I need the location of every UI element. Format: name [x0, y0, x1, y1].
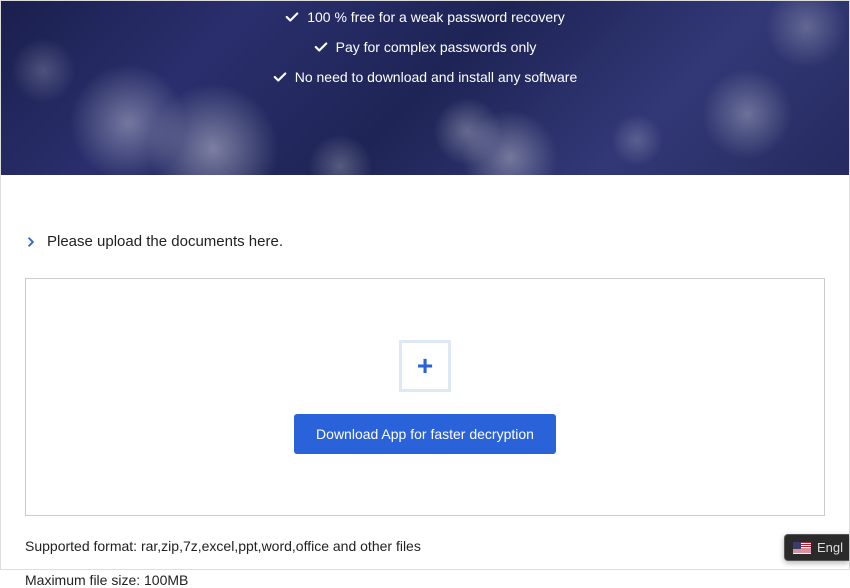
upload-section-header: Please upload the documents here. — [25, 233, 825, 250]
feature-text: No need to download and install any soft… — [295, 69, 578, 85]
max-file-size-text: Maximum file size: 100MB — [25, 572, 825, 588]
hero-banner: 100 % free for a weak password recovery … — [1, 1, 849, 175]
main-content: Please upload the documents here. + Down… — [1, 175, 849, 588]
language-selector[interactable]: Engl — [784, 534, 849, 561]
check-icon — [285, 10, 299, 24]
upload-dropzone[interactable]: + Download App for faster decryption — [25, 278, 825, 516]
plus-icon: + — [417, 352, 433, 380]
add-file-button[interactable]: + — [399, 340, 451, 392]
feature-text: Pay for complex passwords only — [336, 39, 537, 55]
language-label: Engl — [817, 540, 843, 555]
us-flag-icon — [793, 542, 811, 554]
chevron-right-icon — [25, 236, 37, 248]
download-app-button[interactable]: Download App for faster decryption — [294, 414, 556, 454]
check-icon — [314, 40, 328, 54]
feature-text: 100 % free for a weak password recovery — [307, 9, 565, 25]
upload-prompt: Please upload the documents here. — [47, 233, 283, 250]
feature-item: No need to download and install any soft… — [273, 69, 578, 85]
feature-item: 100 % free for a weak password recovery — [285, 9, 565, 25]
feature-item: Pay for complex passwords only — [314, 39, 537, 55]
feature-list: 100 % free for a weak password recovery … — [1, 1, 849, 85]
check-icon — [273, 70, 287, 84]
supported-format-text: Supported format: rar,zip,7z,excel,ppt,w… — [25, 538, 825, 554]
